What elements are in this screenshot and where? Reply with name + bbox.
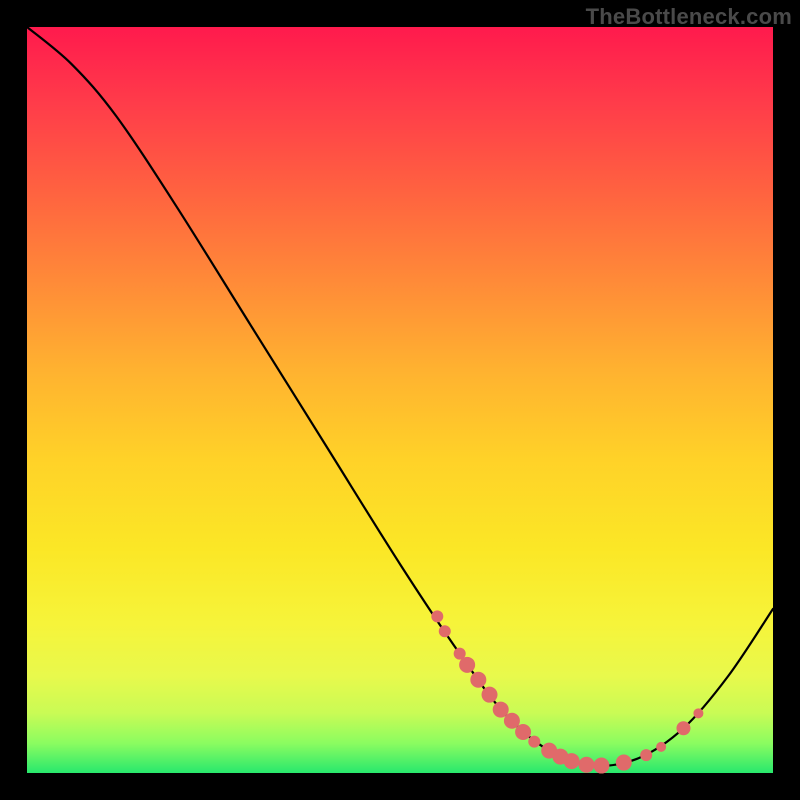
curve-markers <box>431 610 703 773</box>
curve-marker <box>579 757 595 773</box>
curve-marker <box>693 708 703 718</box>
curve-marker <box>431 610 443 622</box>
watermark-text: TheBottleneck.com <box>586 4 792 30</box>
curve-marker <box>470 672 486 688</box>
chart-svg <box>27 27 773 773</box>
curve-marker <box>640 749 652 761</box>
bottleneck-curve <box>27 27 773 766</box>
curve-marker <box>656 742 666 752</box>
curve-marker <box>564 753 580 769</box>
curve-marker <box>459 657 475 673</box>
curve-marker <box>515 724 531 740</box>
curve-marker <box>482 687 498 703</box>
curve-marker <box>676 721 690 735</box>
curve-marker <box>528 736 540 748</box>
chart-frame: TheBottleneck.com <box>0 0 800 800</box>
curve-marker <box>616 755 632 771</box>
curve-marker <box>593 758 609 774</box>
curve-marker <box>439 625 451 637</box>
